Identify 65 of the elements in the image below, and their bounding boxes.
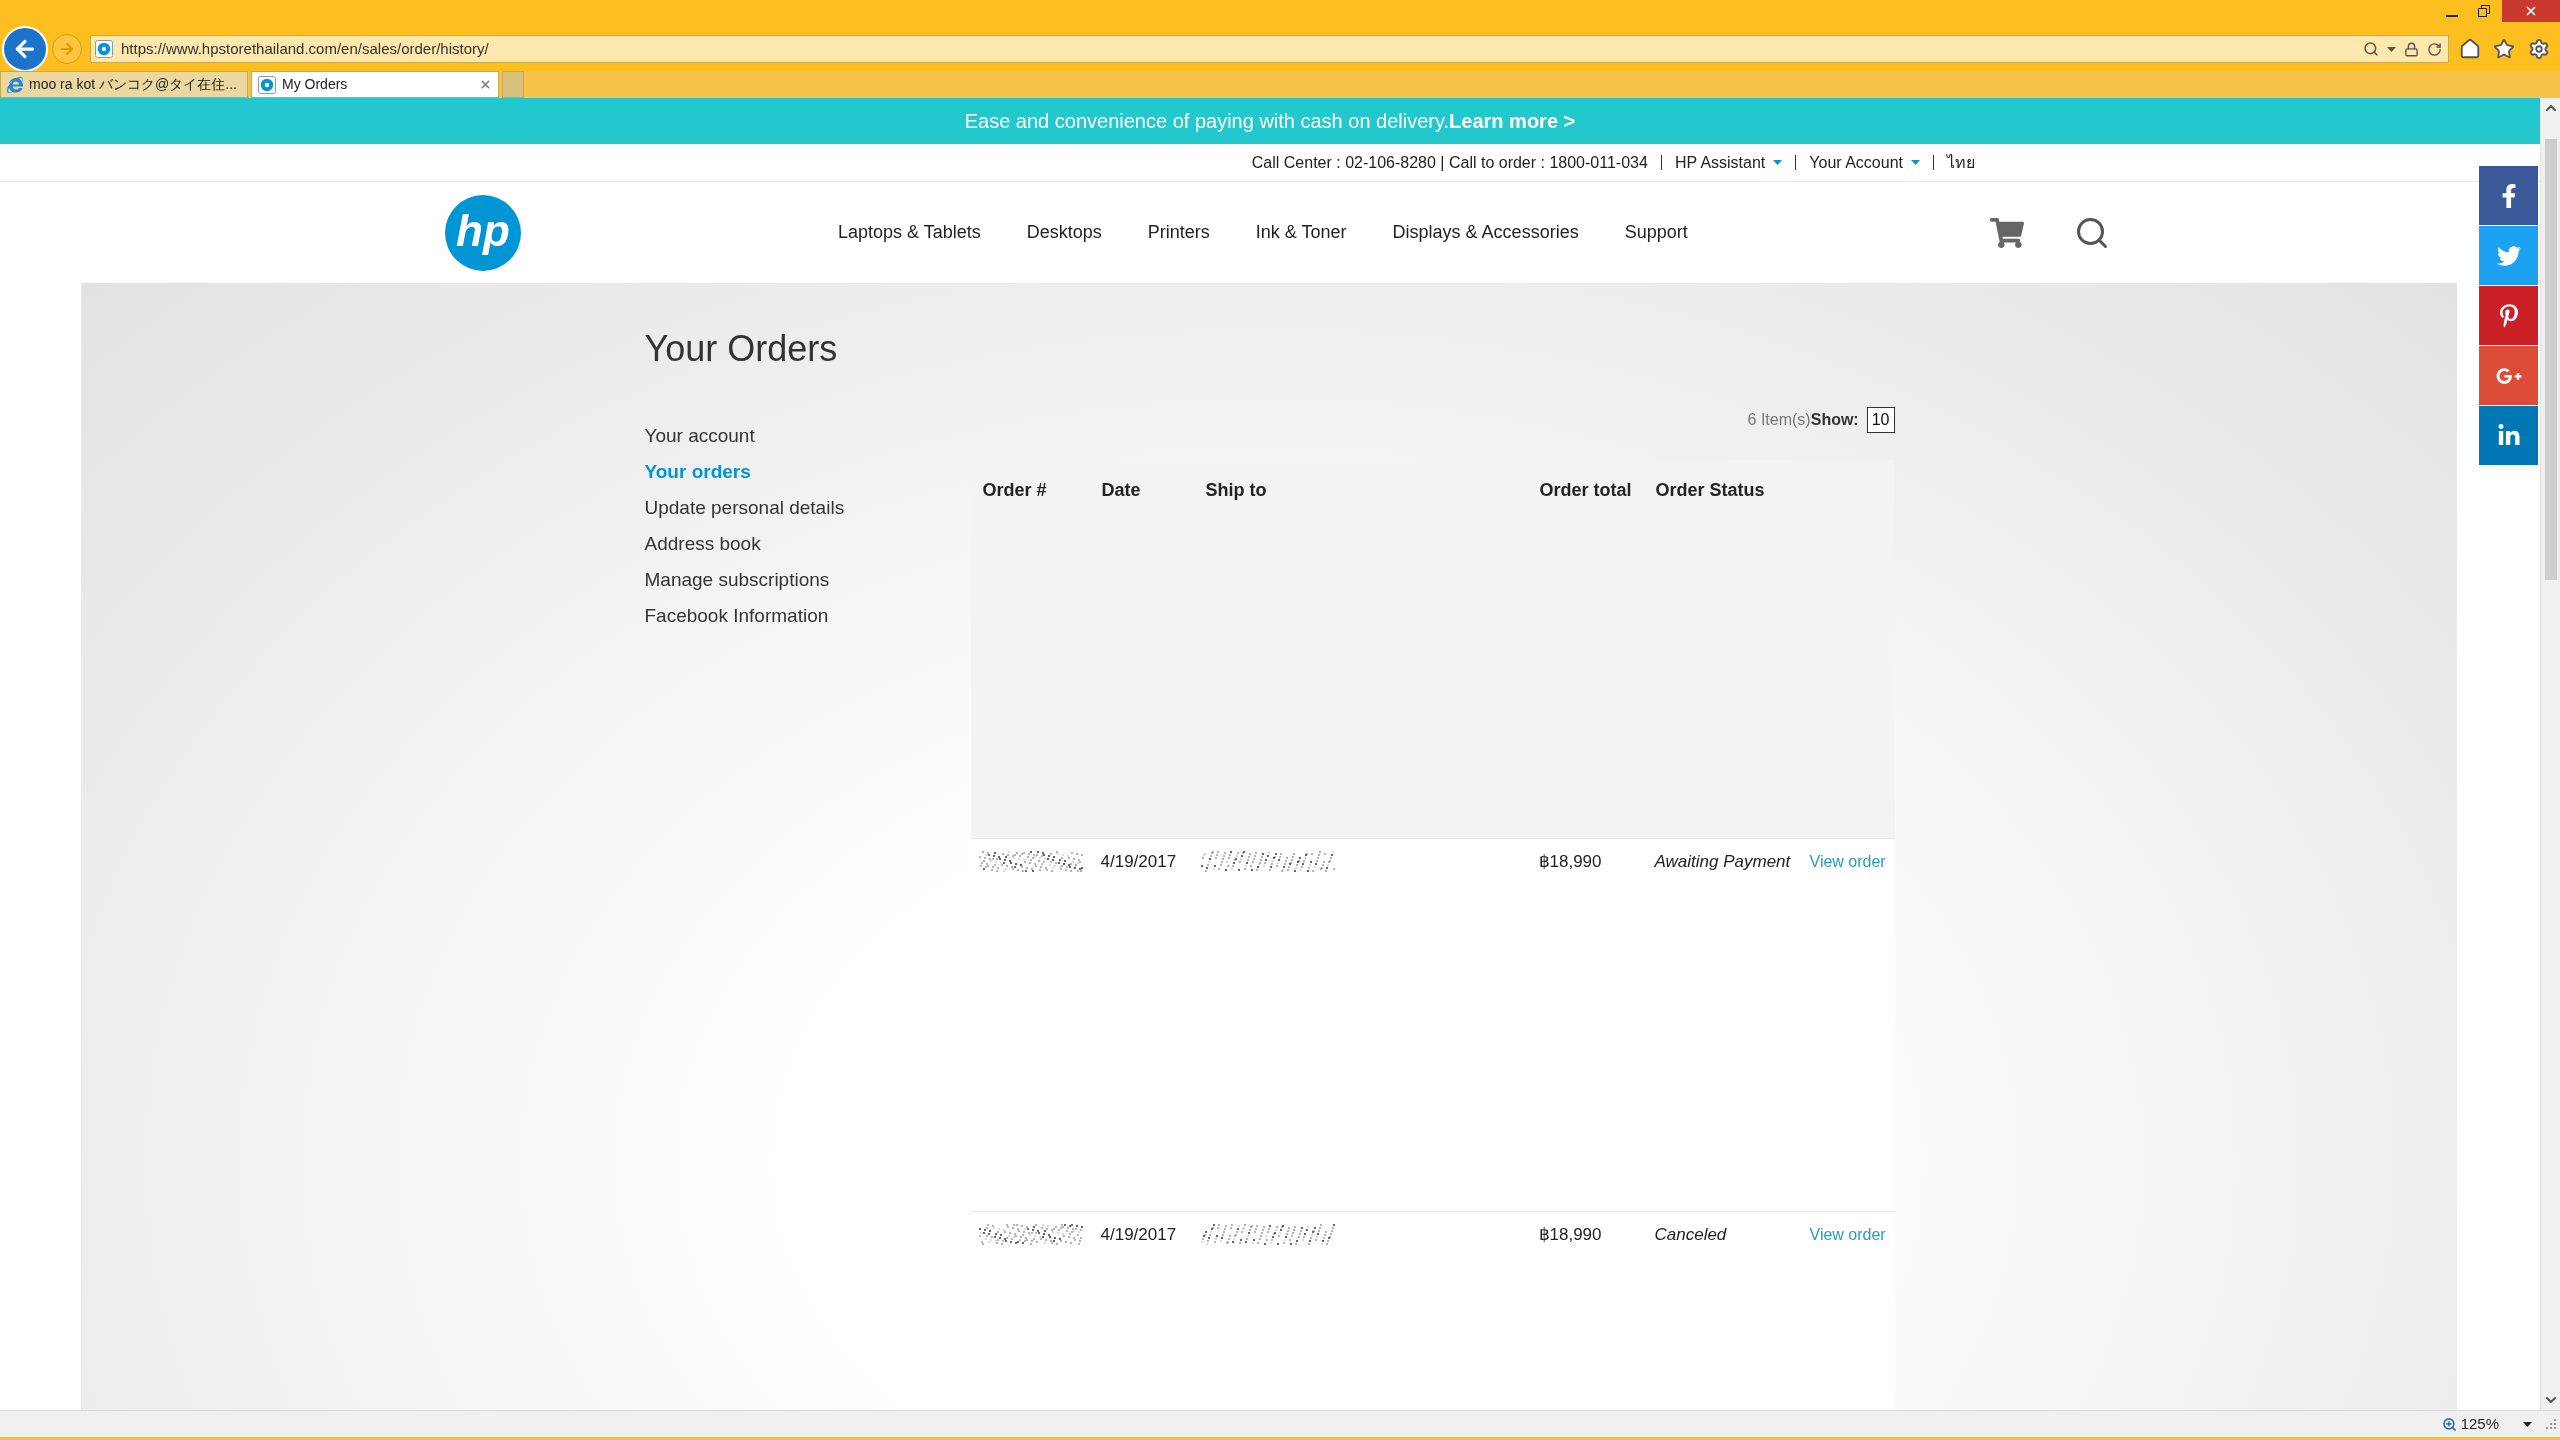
account-menu-button[interactable]: HP Assistant <box>1674 150 1783 175</box>
nav-link[interactable]: Ink & Toner <box>1255 219 1347 246</box>
minimize-icon <box>2446 15 2458 17</box>
item-count-text: 6 Item(s) <box>1747 410 1811 430</box>
caret-down-icon <box>1773 160 1783 165</box>
caret-down-icon <box>2387 46 2396 52</box>
share-button[interactable] <box>2479 346 2538 405</box>
nav-link[interactable]: Support <box>1624 219 1688 246</box>
nav-link[interactable]: Printers <box>1147 219 1210 246</box>
share-button[interactable] <box>2479 286 2538 345</box>
sidebar-link[interactable]: Facebook Information <box>644 598 829 634</box>
nav-link[interactable]: Laptops & Tablets <box>838 219 981 246</box>
page-title: Your Orders <box>644 327 838 371</box>
page-size-field[interactable]: 10 <box>1866 407 1895 433</box>
contact-info-text: Call Center : 02-106-8280 | Call to order : 1800-011-034 <box>1251 152 1648 173</box>
back-button[interactable] <box>2 26 48 72</box>
account-menu-button[interactable]: Your Account <box>1809 150 1920 175</box>
scrollbar-thumb[interactable] <box>2544 139 2557 580</box>
sidebar-link[interactable]: Manage subscriptions <box>644 562 830 598</box>
order-total-text: ฿18,990 <box>1538 851 1602 873</box>
refresh-icon <box>2427 41 2442 57</box>
twitter-bird-icon <box>2496 243 2521 268</box>
linkedin-icon <box>2496 423 2521 448</box>
address-bar[interactable]: https://www.hpstorethailand.com/en/sales/order/history/ <box>90 35 2449 63</box>
zoom-in-icon <box>2441 1416 2457 1432</box>
sidebar-link[interactable]: Your account <box>644 418 755 454</box>
resize-grip-icon <box>2546 1419 2556 1429</box>
column-header: Order total <box>1539 479 1632 502</box>
close-icon <box>2524 4 2538 18</box>
share-button[interactable] <box>2479 166 2538 225</box>
column-header: Ship to <box>1205 479 1267 502</box>
site-favicon-icon <box>258 75 276 94</box>
caret-down-icon <box>2523 1421 2532 1427</box>
nav-link[interactable]: Displays & Accessories <box>1392 219 1579 246</box>
star-icon[interactable] <box>2493 38 2516 60</box>
zoom-button[interactable]: 125% <box>2441 1412 2532 1436</box>
sidebar-link[interactable]: Address book <box>644 526 761 562</box>
restore-icon <box>2478 5 2490 17</box>
browser-logo-icon <box>7 76 23 93</box>
browser-tab[interactable]: moo ra kot バンコク@タイ在住... <box>0 71 248 98</box>
column-header: Order # <box>982 479 1047 502</box>
column-header: Order Status <box>1655 479 1765 502</box>
close-tab-icon[interactable] <box>479 78 492 91</box>
settings-icon[interactable] <box>2527 38 2550 60</box>
order-total-text: ฿18,990 <box>1538 1224 1602 1246</box>
search-icon <box>2363 41 2379 57</box>
lock-icon <box>2404 41 2419 57</box>
order-date-text: 4/19/2017 <box>1100 1224 1177 1246</box>
caret-down-icon <box>1911 160 1920 165</box>
order-status-text: Awaiting Payment <box>1654 851 1791 873</box>
promo-text: Ease and convenience of paying with cash on delivery.Learn more > <box>964 109 1576 134</box>
cart-icon[interactable] <box>1990 215 2024 250</box>
order-status-text: Canceled <box>1654 1224 1727 1246</box>
share-button[interactable] <box>2479 406 2538 465</box>
language-link[interactable]: ไทย <box>1947 150 1975 175</box>
sidebar-link[interactable]: Update personal details <box>644 490 845 526</box>
site-favicon-icon <box>95 40 113 58</box>
show-label: Show: <box>1810 410 1859 430</box>
column-header: Date <box>1101 479 1141 502</box>
share-button[interactable] <box>2479 226 2538 285</box>
order-date-text: 4/19/2017 <box>1100 851 1177 873</box>
home-icon[interactable] <box>2459 38 2482 60</box>
browser-tab[interactable]: My Orders <box>251 71 499 98</box>
nav-link[interactable]: Desktops <box>1026 219 1102 246</box>
arrow-right-icon <box>58 40 76 58</box>
